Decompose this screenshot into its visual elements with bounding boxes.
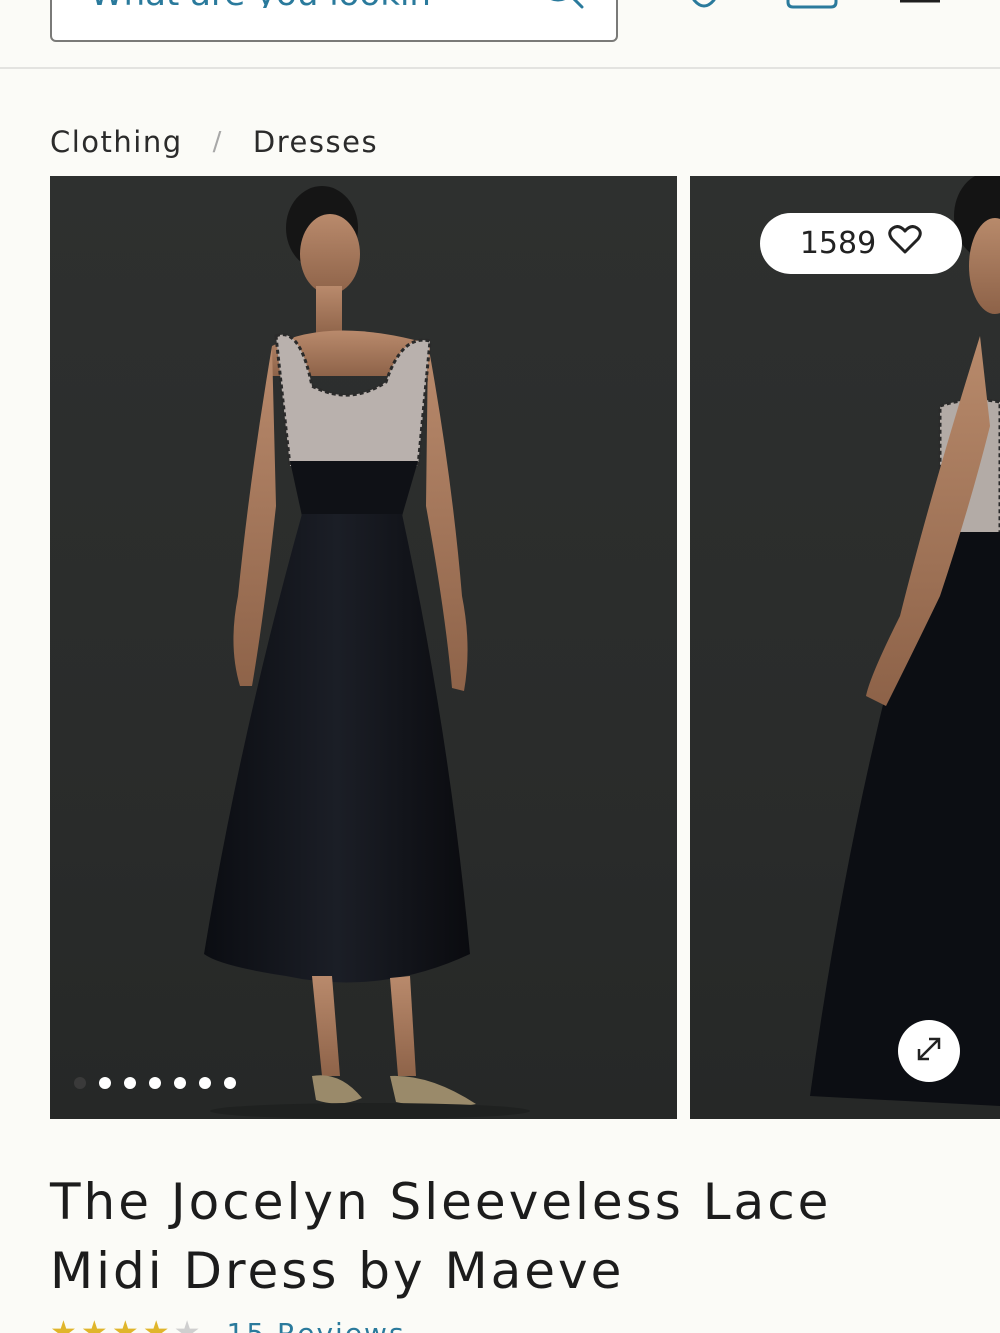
product-image-main[interactable]	[50, 176, 677, 1119]
model-photo	[204, 186, 530, 1119]
carousel-dot[interactable]	[199, 1077, 211, 1089]
product-rating[interactable]: ★ ★ ★ ★ ★ 15 Reviews	[50, 1317, 406, 1333]
expand-icon	[911, 1031, 947, 1071]
carousel-dot[interactable]	[149, 1077, 161, 1089]
star-icon: ★	[111, 1315, 139, 1333]
reviews-link[interactable]: 15 Reviews	[227, 1317, 406, 1333]
star-icon: ★	[50, 1315, 77, 1333]
heart-icon	[888, 224, 922, 263]
breadcrumb: Clothing / Dresses	[50, 122, 378, 162]
star-icon: ★	[173, 1315, 201, 1333]
breadcrumb-clothing[interactable]: Clothing	[50, 125, 183, 159]
product-title: The Jocelyn Sleeveless Lace Midi Dress b…	[50, 1173, 832, 1300]
account-icon[interactable]	[690, 0, 720, 16]
carousel-indicator	[74, 1077, 236, 1089]
carousel-dot[interactable]	[174, 1077, 186, 1089]
expand-image-button[interactable]	[898, 1020, 960, 1082]
favorite-button[interactable]: 1589	[760, 213, 962, 274]
carousel-dot[interactable]	[99, 1077, 111, 1089]
menu-icon[interactable]	[898, 0, 944, 16]
search-icon[interactable]	[540, 0, 588, 18]
star-icon: ★	[80, 1315, 108, 1333]
bag-icon[interactable]	[785, 0, 841, 16]
model-photo-alt	[810, 176, 1000, 1106]
star-rating: ★ ★ ★ ★ ★	[50, 1318, 201, 1333]
product-page: Clothing / Dresses	[0, 0, 1000, 1333]
carousel-dot[interactable]	[74, 1077, 86, 1089]
breadcrumb-separator: /	[212, 127, 223, 157]
star-icon: ★	[142, 1315, 170, 1333]
product-image-next[interactable]	[690, 176, 1000, 1119]
search-box[interactable]	[50, 0, 618, 42]
carousel-dot[interactable]	[124, 1077, 136, 1089]
search-input[interactable]	[90, 0, 540, 8]
breadcrumb-dresses[interactable]: Dresses	[253, 125, 378, 159]
site-header	[0, 0, 1000, 69]
carousel-dot[interactable]	[224, 1077, 236, 1089]
like-count: 1589	[799, 226, 877, 261]
